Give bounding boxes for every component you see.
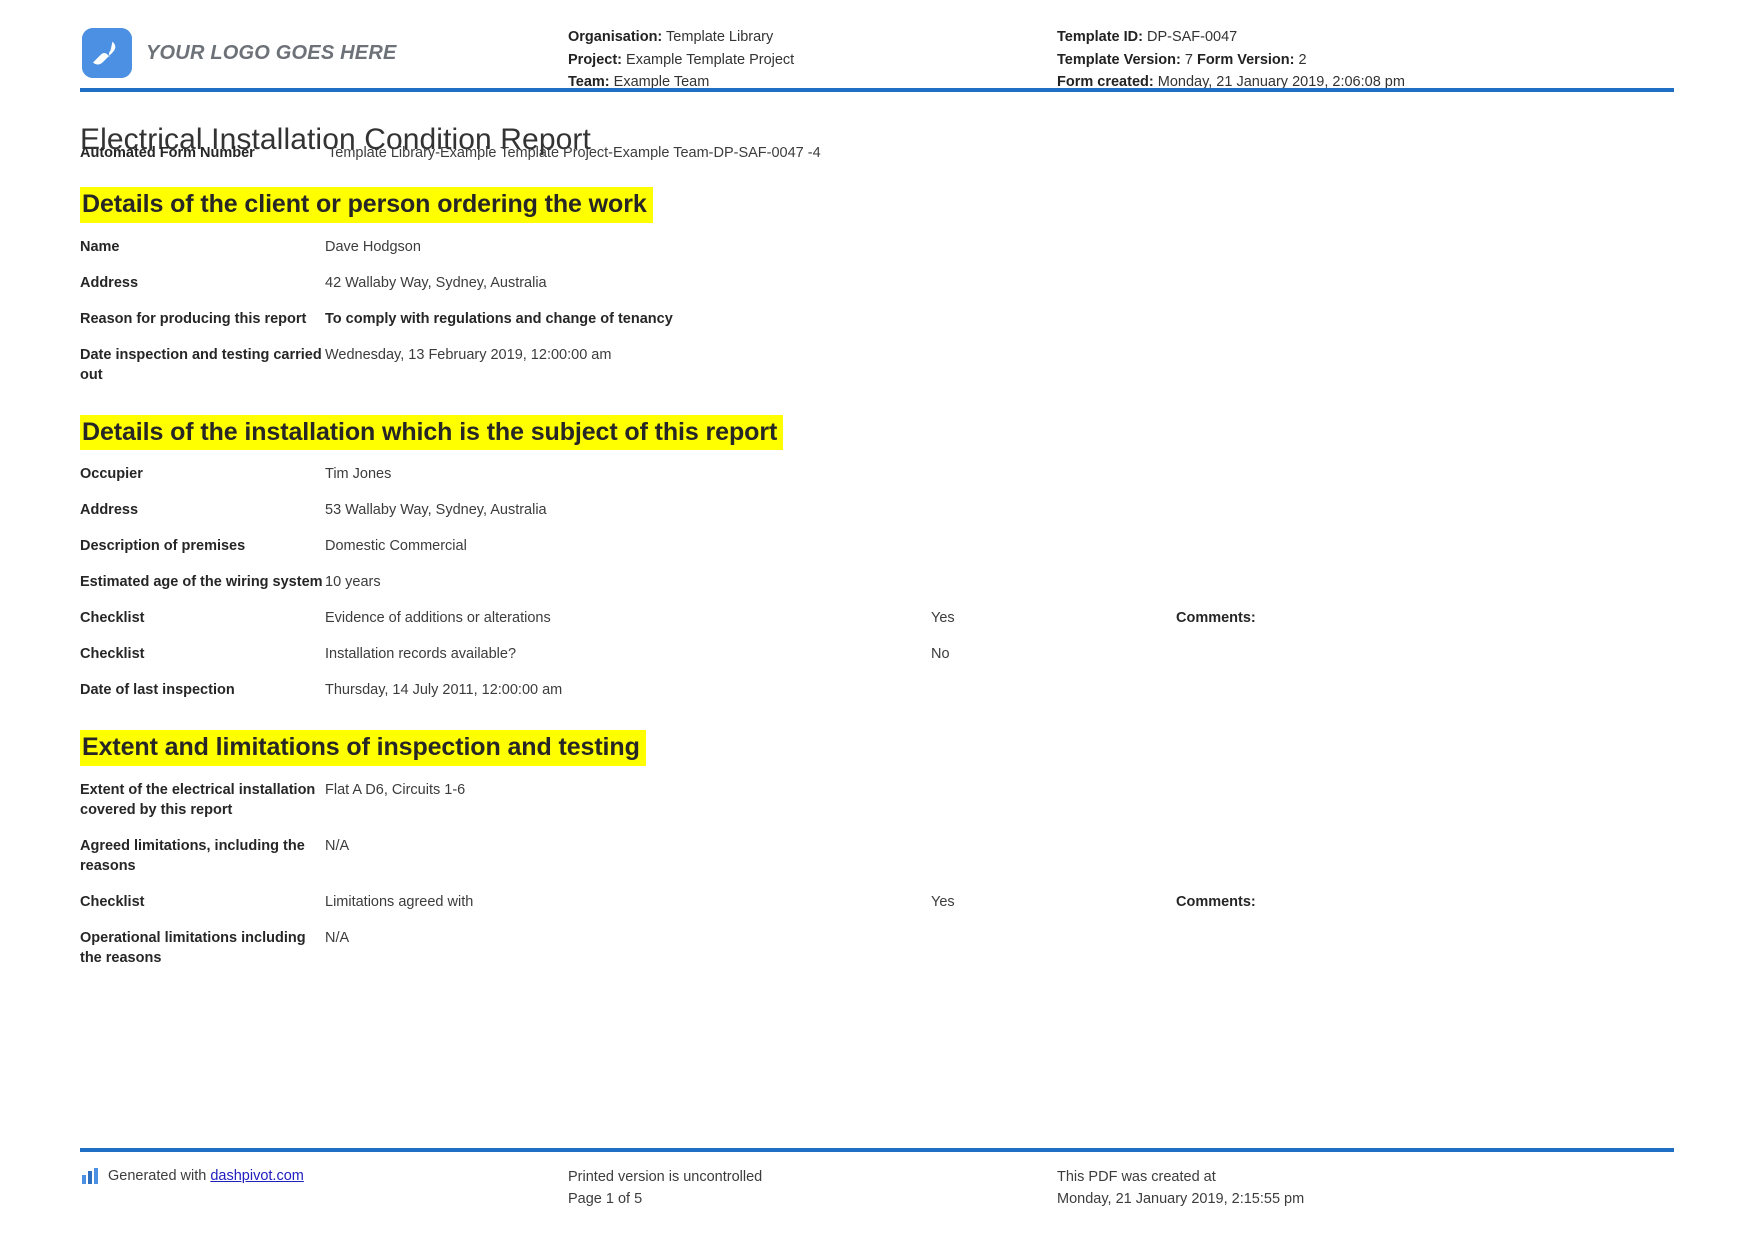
field-label: Checklist [80,893,145,910]
field-value: N/A [325,929,350,946]
header-organisation-block: Organisation: Template Library Project: … [568,26,794,94]
company-logo-icon [82,28,132,78]
header-organisation-line: Organisation: Template Library [568,26,794,49]
pdf-created-value: Monday, 21 January 2019, 2:15:55 pm [1057,1191,1305,1207]
logo-text: YOUR LOGO GOES HERE [146,41,397,64]
comments-label: Comments: [1176,610,1256,626]
template-version-value: 7 [1184,51,1193,68]
field-label: Reason for producing this report [80,310,307,327]
field-row: Checklist Evidence of additions or altera… [80,608,1674,628]
document-page: YOUR LOGO GOES HERE Organisation: Templa… [0,0,1754,1240]
field-label: Agreed limitations, including the reason… [80,837,305,874]
section-heading: Details of the client or person ordering… [80,187,653,223]
report-section: Details of the client or person ordering… [80,173,1674,385]
field-label: Extent of the electrical installation co… [80,781,316,818]
field-value: N/A [325,837,350,854]
field-row: Name Dave Hodgson [80,237,1674,257]
field-label: Occupier [80,466,143,482]
field-value: Wednesday, 13 February 2019, 12:00:00 am [325,346,612,363]
field-row: Occupier Tim Jones [80,464,1674,484]
template-version-label: Template Version: [1057,51,1181,68]
form-version-label: Form Version: [1196,51,1295,68]
field-value: Thursday, 14 July 2011, 12:00:00 am [325,682,563,698]
report-section: Details of the installation which is the… [80,401,1674,701]
section-rows: Name Dave Hodgson Address 42 Wallaby Way, S… [80,237,1674,385]
section-rows: Occupier Tim Jones Address 53 Wallaby Way, … [80,464,1674,700]
field-label: Operational limitations including the re… [80,929,306,966]
project-label: Project: [568,51,622,68]
field-row: Address 42 Wallaby Way, Sydney, Australia [80,273,1674,293]
checklist-answer: Yes [931,610,955,626]
field-row: Date of last inspection Thursday, 14 July… [80,680,1674,700]
project-value: Example Template Project [626,51,795,68]
field-label: Address [80,502,139,518]
sections-container: Details of the client or person ordering… [80,173,1674,968]
section-rows: Extent of the electrical installation co… [80,780,1674,968]
field-value: 42 Wallaby Way, Sydney, Australia [325,274,547,291]
printed-notice: Printed version is uncontrolled [568,1169,763,1185]
field-row: Reason for producing this report To compl… [80,309,1674,329]
field-value: Installation records available? [325,646,517,662]
field-label: Date of last inspection [80,682,235,698]
field-row: Description of premises Domestic Commerci… [80,536,1674,556]
document-footer: Generated with dashpivot.com Printed ver… [0,1148,1754,1240]
organisation-value: Template Library [666,29,774,45]
organisation-label: Organisation: [568,29,663,45]
document-header: YOUR LOGO GOES HERE Organisation: Templa… [0,0,1754,92]
template-id-label: Template ID: [1057,29,1143,45]
field-row: Estimated age of the wiring system 10 yea… [80,572,1674,592]
header-version-line: Template Version: 7 Form Version: 2 [1057,49,1405,72]
template-id-value: DP-SAF-0047 [1146,29,1238,45]
field-label: Description of premises [80,538,246,554]
field-label: Checklist [80,610,145,626]
field-label: Checklist [80,646,145,662]
page-number: Page 1 of 5 [568,1191,643,1207]
checklist-answer: Yes [931,893,955,910]
section-heading: Details of the installation which is the… [80,414,784,450]
document-body: Automated Form Number Template Library-E… [80,143,1674,984]
field-value: Tim Jones [325,466,392,482]
pdf-created-label: This PDF was created at [1057,1169,1216,1185]
bar-chart-icon [82,1168,98,1184]
field-row: Agreed limitations, including the reason… [80,836,1674,876]
field-row: Extent of the electrical installation co… [80,780,1674,820]
dashpivot-link[interactable]: dashpivot.com [210,1168,304,1184]
field-value: 10 years [325,574,381,590]
field-label: Address [80,274,139,291]
field-value: Flat A D6, Circuits 1-6 [325,781,466,798]
footer-divider [80,1148,1674,1152]
footer-generated-block: Generated with dashpivot.com [82,1168,304,1184]
header-template-id-line: Template ID: DP-SAF-0047 [1057,26,1405,49]
report-section: Extent and limitations of inspection and… [80,716,1674,968]
section-heading: Extent and limitations of inspection and… [80,730,646,766]
field-value: Dave Hodgson [325,238,421,255]
footer-pdf-created-block: This PDF was created at Monday, 21 Janua… [1057,1166,1304,1210]
footer-print-block: Printed version is uncontrolled Page 1 o… [568,1166,762,1210]
field-label: Estimated age of the wiring system [80,574,323,590]
form-version-value: 2 [1298,51,1307,68]
field-value: Limitations agreed with [325,893,474,910]
field-row: Checklist Limitations agreed with Yes Comme… [80,892,1674,912]
header-template-block: Template ID: DP-SAF-0047 Template Versio… [1057,26,1405,94]
field-row: Date inspection and testing carried out W… [80,345,1674,385]
automated-form-number-row: Automated Form Number Template Library-E… [80,143,1674,163]
field-value: 53 Wallaby Way, Sydney, Australia [325,502,547,518]
field-row: Checklist Installation records available?… [80,644,1674,664]
field-value: Domestic Commercial [325,538,467,554]
field-value: To comply with regulations and change of… [325,310,673,327]
comments-label: Comments: [1176,893,1256,910]
field-label: Name [80,238,120,255]
field-row: Operational limitations including the re… [80,928,1674,968]
automated-form-number-label: Automated Form Number [80,145,255,161]
checklist-answer: No [931,646,950,662]
header-divider [80,88,1674,92]
logo-block: YOUR LOGO GOES HERE [82,28,397,78]
field-label: Date inspection and testing carried out [80,346,322,383]
header-project-line: Project: Example Template Project [568,49,794,72]
field-value: Evidence of additions or alterations [325,610,551,626]
automated-form-number-value: Template Library-Example Template Projec… [328,145,821,161]
field-row: Address 53 Wallaby Way, Sydney, Australia [80,500,1674,520]
generated-with-text: Generated with [108,1168,207,1184]
